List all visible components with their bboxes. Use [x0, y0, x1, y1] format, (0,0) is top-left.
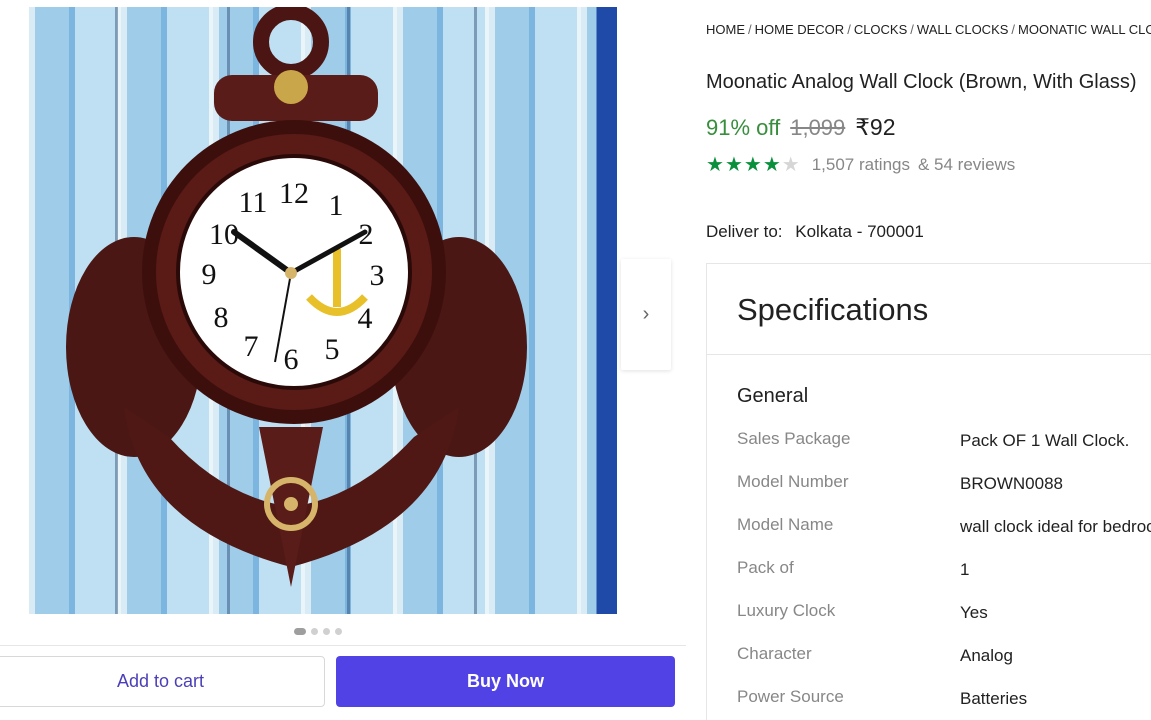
pagination-dot[interactable] — [335, 628, 342, 635]
product-info: HOME / HOME DECOR / CLOCKS / WALL CLOCKS / MOONA… — [706, 0, 1151, 720]
deliver-label: Deliver to: — [706, 222, 783, 241]
spec-value: Yes — [960, 603, 988, 622]
spec-value: Batteries — [960, 689, 1028, 708]
ratings-count[interactable]: 1,507 ratings — [812, 155, 910, 175]
rating-stars: ★ ★ ★ ★ ★ — [706, 155, 800, 175]
breadcrumb-item-home-decor[interactable]: HOME DECOR — [755, 22, 845, 37]
breadcrumb: HOME / HOME DECOR / CLOCKS / WALL CLOCKS / MOONA… — [706, 22, 1151, 37]
spec-key: Luxury Clock — [737, 601, 836, 620]
chevron-right-icon: › — [642, 303, 650, 325]
star-empty-icon: ★ — [781, 154, 800, 176]
image-pagination-dots — [294, 628, 342, 635]
spec-row: Pack of 1 — [737, 558, 1151, 582]
svg-text:11: 11 — [239, 186, 268, 219]
spec-value: Analog — [960, 646, 1013, 665]
add-to-cart-button[interactable]: Add to cart — [0, 656, 325, 707]
spec-row: Sales Package Pack OF 1 Wall Clock. — [737, 429, 1151, 453]
pagination-dot[interactable] — [311, 628, 318, 635]
buy-now-button[interactable]: Buy Now — [336, 656, 675, 707]
spec-key: Power Source — [737, 687, 844, 706]
specifications-title: Specifications — [737, 292, 929, 327]
pagination-dot[interactable] — [294, 628, 306, 635]
divider — [707, 354, 1151, 355]
spec-row: Model Number BROWN0088 — [737, 472, 1151, 496]
spec-key: Sales Package — [737, 429, 851, 448]
spec-row: Luxury Clock Yes — [737, 601, 1151, 625]
discount-label: 91% off — [706, 115, 781, 140]
svg-text:5: 5 — [325, 333, 340, 366]
spec-value: Pack OF 1 Wall Clock. — [960, 431, 1130, 450]
price-row: 91% off 1,099 ₹92 — [706, 114, 896, 141]
spec-key: Character — [737, 644, 812, 663]
product-gallery: 12 1 2 3 4 5 6 7 8 9 10 11 › Add to cart… — [0, 0, 690, 720]
wall-clock-illustration: 12 1 2 3 4 5 6 7 8 9 10 11 — [66, 7, 527, 587]
rating-row: ★ ★ ★ ★ ★ 1,507 ratings & 54 reviews — [706, 155, 1015, 175]
svg-text:9: 9 — [202, 258, 217, 291]
spec-value: 1 — [960, 560, 970, 579]
star-filled-icon: ★ — [762, 154, 781, 176]
breadcrumb-item-wall-clocks[interactable]: WALL CLOCKS — [917, 22, 1009, 37]
spec-group-title: General — [737, 385, 809, 407]
product-title: Moonatic Analog Wall Clock (Brown, With … — [706, 71, 1137, 93]
svg-text:12: 12 — [279, 177, 309, 210]
breadcrumb-item-clocks[interactable]: CLOCKS — [854, 22, 907, 37]
spec-key: Model Name — [737, 515, 834, 534]
svg-text:3: 3 — [370, 259, 385, 292]
star-filled-icon: ★ — [724, 154, 743, 176]
deliver-location-value: Kolkata - 700001 — [795, 222, 924, 241]
svg-text:4: 4 — [358, 302, 373, 335]
spec-row: Power Source Batteries — [737, 687, 1151, 711]
action-bar: Add to cart Buy Now — [0, 645, 686, 720]
anchor-ring — [253, 7, 329, 80]
spec-row: Model Name wall clock ideal for bedroom — [737, 515, 1151, 539]
reviews-count[interactable]: & 54 reviews — [918, 155, 1015, 175]
original-price: 1,099 — [790, 115, 846, 140]
spec-value: BROWN0088 — [960, 474, 1063, 493]
pagination-dot[interactable] — [323, 628, 330, 635]
spec-key: Model Number — [737, 472, 849, 491]
spec-key: Pack of — [737, 558, 794, 577]
product-image[interactable]: 12 1 2 3 4 5 6 7 8 9 10 11 — [29, 7, 617, 614]
spec-row: Character Analog — [737, 644, 1151, 668]
breadcrumb-item-brand[interactable]: MOONATIC WALL CLOCKS — [1018, 22, 1151, 37]
svg-text:1: 1 — [329, 189, 344, 222]
breadcrumb-item-home[interactable]: HOME — [706, 22, 745, 37]
svg-text:8: 8 — [214, 301, 229, 334]
svg-text:7: 7 — [244, 330, 259, 363]
specifications-card: Specifications General Sales Package Pac… — [706, 263, 1151, 720]
svg-text:6: 6 — [284, 343, 299, 376]
star-filled-icon: ★ — [743, 154, 762, 176]
delivery-location[interactable]: Deliver to: Kolkata - 700001 — [706, 222, 924, 242]
selling-price: ₹92 — [855, 114, 896, 140]
next-image-button[interactable]: › — [621, 259, 671, 370]
anchor-emblem — [274, 70, 308, 104]
star-filled-icon: ★ — [706, 154, 724, 176]
spec-value: wall clock ideal for bedroom — [960, 517, 1151, 536]
